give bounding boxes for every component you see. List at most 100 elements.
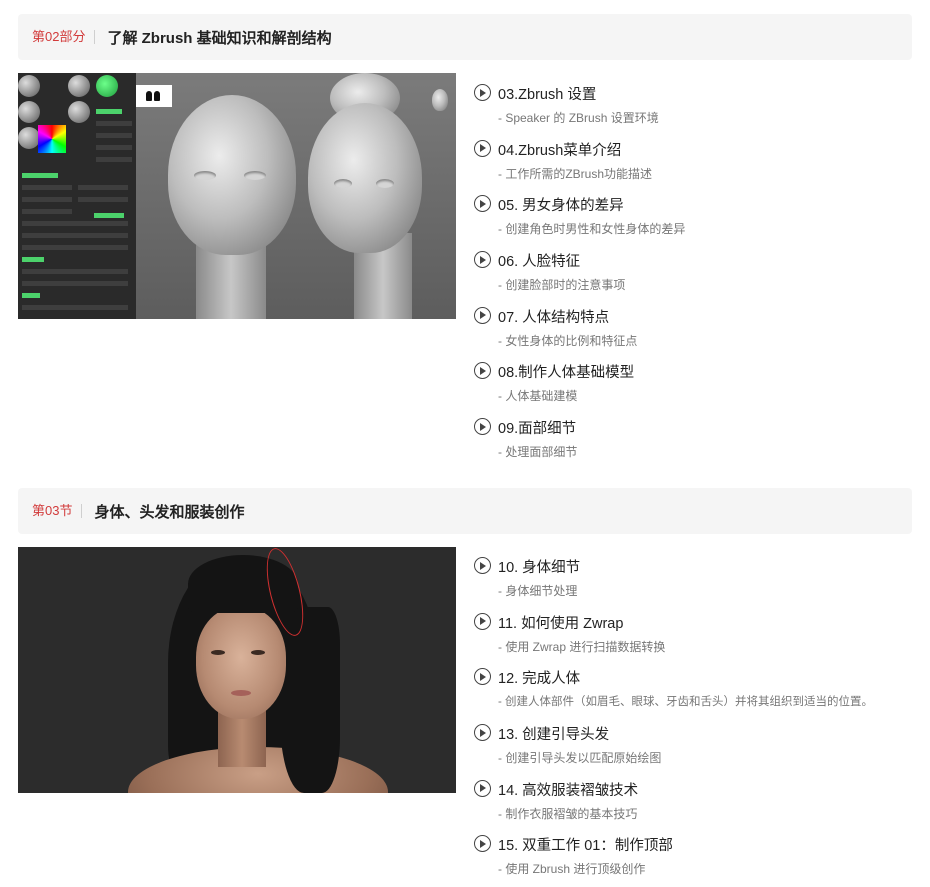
- lesson-subtitle: - 创建引导头发以匹配原始绘图: [498, 751, 662, 766]
- brush-ball-icon: [18, 75, 40, 97]
- play-icon[interactable]: [474, 362, 491, 380]
- zbrush-toggle: [96, 109, 122, 114]
- alpha-ball-icon: [18, 127, 40, 149]
- lesson-item[interactable]: 03.Zbrush 设置 - Speaker 的 ZBrush 设置环境: [472, 83, 912, 139]
- male-head-sculpt: [168, 95, 296, 255]
- section-header-02: 第02部分 了解 Zbrush 基础知识和解剖结构: [18, 14, 912, 60]
- lesson-item[interactable]: 15. 双重工作 01：制作顶部 - 使用 Zbrush 进行顶级创作: [472, 834, 912, 887]
- lesson-subtitle: - 人体基础建模: [498, 389, 578, 404]
- zbrush-slider: [22, 185, 72, 190]
- zbrush-slider: [96, 145, 132, 150]
- zbrush-slider: [78, 197, 128, 202]
- zbrush-slider: [22, 305, 128, 310]
- lesson-title[interactable]: 11. 如何使用 Zwrap: [498, 612, 623, 633]
- play-icon[interactable]: [474, 195, 491, 213]
- lesson-title[interactable]: 10. 身体细节: [498, 556, 580, 577]
- material-ball-icon: [68, 75, 90, 97]
- lesson-list-02: 03.Zbrush 设置 - Speaker 的 ZBrush 设置环境 04.…: [472, 83, 912, 473]
- zbrush-slider: [96, 157, 132, 162]
- male-right-eye: [244, 171, 266, 180]
- render-left-eye: [211, 650, 225, 655]
- play-icon[interactable]: [474, 139, 491, 157]
- lesson-item[interactable]: 11. 如何使用 Zwrap - 使用 Zwrap 进行扫描数据转换: [472, 612, 912, 668]
- play-icon[interactable]: [474, 724, 491, 742]
- lesson-title[interactable]: 07. 人体结构特点: [498, 306, 609, 327]
- render-face: [196, 607, 286, 719]
- lesson-item[interactable]: 07. 人体结构特点 - 女性身体的比例和特征点: [472, 306, 912, 362]
- lesson-item[interactable]: 10. 身体细节 - 身体细节处理: [472, 556, 912, 612]
- lesson-list-03: 10. 身体细节 - 身体细节处理 11. 如何使用 Zwrap - 使用 Zw…: [472, 556, 912, 887]
- section-title: 身体、头发和服装创作: [94, 503, 245, 521]
- zbrush-heads-thumbnail: [18, 73, 456, 319]
- zbrush-toggle: [22, 173, 58, 178]
- lesson-subtitle: - Speaker 的 ZBrush 设置环境: [498, 111, 659, 125]
- zbrush-slider: [96, 121, 132, 126]
- zbrush-side-panel: [18, 73, 136, 319]
- lesson-subtitle: - 创建人体部件（如眉毛、眼球、牙齿和舌头）并将其组织到适当的位置。: [498, 696, 874, 709]
- lesson-subtitle: - 制作衣服褶皱的基本技巧: [498, 806, 638, 821]
- lesson-title[interactable]: 14. 高效服装褶皱技术: [498, 779, 638, 800]
- lesson-item[interactable]: 14. 高效服装褶皱技术 - 制作衣服褶皱的基本技巧: [472, 779, 912, 835]
- hair-strand-right: [280, 607, 340, 793]
- lesson-subtitle: - 工作所需的ZBrush功能描述: [498, 166, 653, 181]
- lesson-title[interactable]: 12. 完成人体: [498, 667, 580, 688]
- feet-icon: [136, 85, 172, 107]
- female-right-eye: [376, 179, 394, 188]
- render-lips: [231, 690, 251, 696]
- play-icon[interactable]: [474, 84, 491, 101]
- lesson-title[interactable]: 03.Zbrush 设置: [498, 83, 596, 104]
- zbrush-slider: [22, 221, 128, 226]
- section-tag: 第03节: [18, 504, 83, 518]
- play-icon[interactable]: [474, 418, 491, 436]
- character-render-thumbnail: [18, 547, 456, 793]
- lesson-title[interactable]: 06. 人脸特征: [498, 250, 580, 271]
- lesson-item[interactable]: 04.Zbrush菜单介绍 - 工作所需的ZBrush功能描述: [472, 139, 912, 195]
- green-ball-icon: [96, 75, 118, 97]
- play-icon[interactable]: [474, 557, 491, 574]
- section-title: 了解 Zbrush 基础知识和解剖结构: [107, 29, 332, 47]
- lesson-subtitle: - 女性身体的比例和特征点: [498, 333, 638, 348]
- zbrush-slider: [22, 233, 128, 238]
- lesson-title[interactable]: 04.Zbrush菜单介绍: [498, 139, 621, 160]
- color-picker-icon: [38, 125, 66, 153]
- lesson-subtitle: - 创建脸部时的注意事项: [498, 278, 626, 293]
- play-icon[interactable]: [474, 306, 491, 324]
- lesson-item[interactable]: 06. 人脸特征 - 创建脸部时的注意事项: [472, 250, 912, 306]
- zbrush-slider: [22, 281, 128, 286]
- lesson-subtitle: - 处理面部细节: [498, 445, 578, 460]
- play-icon[interactable]: [474, 612, 491, 630]
- brush-ball-icon: [18, 101, 40, 123]
- zbrush-toggle: [22, 293, 40, 298]
- play-icon[interactable]: [474, 251, 491, 269]
- play-icon[interactable]: [474, 835, 491, 853]
- lesson-title[interactable]: 05. 男女身体的差异: [498, 194, 624, 215]
- zbrush-slider: [22, 245, 128, 250]
- lesson-title[interactable]: 13. 创建引导头发: [498, 723, 609, 744]
- zbrush-toggle: [94, 213, 124, 218]
- play-icon[interactable]: [474, 779, 491, 797]
- lesson-item[interactable]: 09.面部细节 - 处理面部细节: [472, 417, 912, 473]
- lesson-subtitle: - 创建角色时男性和女性身体的差异: [498, 222, 686, 237]
- lesson-item[interactable]: 13. 创建引导头发 - 创建引导头发以匹配原始绘图: [472, 723, 912, 779]
- lesson-title[interactable]: 09.面部细节: [498, 417, 576, 438]
- zbrush-slider: [78, 185, 128, 190]
- zbrush-toggle: [22, 257, 44, 262]
- lesson-title[interactable]: 15. 双重工作 01：制作顶部: [498, 834, 673, 855]
- female-left-eye: [334, 179, 352, 188]
- play-icon[interactable]: [474, 668, 491, 686]
- lesson-subtitle: - 使用 Zwrap 进行扫描数据转换: [498, 639, 666, 654]
- zbrush-slider: [96, 133, 132, 138]
- female-head-sculpt: [308, 103, 422, 253]
- lesson-item[interactable]: 05. 男女身体的差异 - 创建角色时男性和女性身体的差异: [472, 194, 912, 250]
- lesson-item[interactable]: 12. 完成人体 - 创建人体部件（如眉毛、眼球、牙齿和舌头）并将其组织到适当的…: [472, 667, 912, 723]
- lesson-subtitle: - 身体细节处理: [498, 584, 578, 598]
- texture-ball-icon: [68, 101, 90, 123]
- lesson-item[interactable]: 08.制作人体基础模型 - 人体基础建模: [472, 361, 912, 417]
- male-left-eye: [194, 171, 216, 180]
- lesson-title[interactable]: 08.制作人体基础模型: [498, 361, 634, 382]
- zbrush-slider: [22, 197, 72, 202]
- lesson-subtitle: - 使用 Zbrush 进行顶级创作: [498, 862, 646, 877]
- thumbnail-head-icon: [432, 89, 448, 111]
- render-right-eye: [251, 650, 265, 655]
- section-tag: 第02部分: [18, 30, 96, 44]
